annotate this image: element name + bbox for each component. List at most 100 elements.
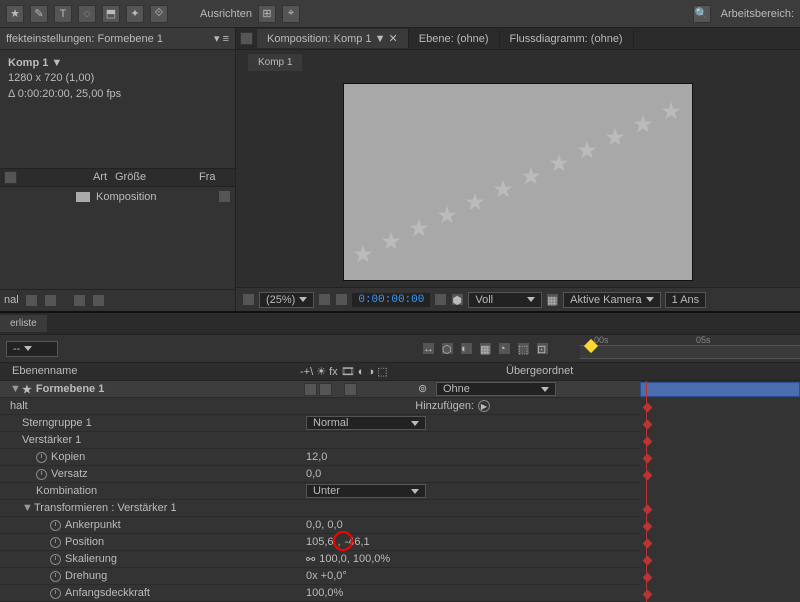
- repeater-row[interactable]: Verstärker 1: [0, 432, 640, 449]
- cti-line[interactable]: [646, 381, 647, 602]
- keyframe-icon[interactable]: [643, 539, 653, 549]
- keyframe-icon[interactable]: [643, 420, 653, 430]
- parent-dropdown[interactable]: Ohne: [436, 382, 556, 396]
- stopwatch-icon[interactable]: [36, 469, 47, 480]
- stopwatch-icon[interactable]: [50, 571, 61, 582]
- prop-value[interactable]: 100,0, 100,0%: [319, 553, 390, 565]
- resolution-dropdown[interactable]: Voll: [468, 292, 542, 308]
- prop-value-y[interactable]: -46,1: [345, 536, 370, 548]
- keyframe-icon[interactable]: [643, 505, 653, 515]
- timecode-display[interactable]: --: [6, 341, 58, 357]
- keyframe-icon[interactable]: [643, 454, 653, 464]
- tool-icon[interactable]: ✎: [30, 5, 48, 23]
- layer-bar[interactable]: [640, 382, 800, 397]
- search-icon[interactable]: 🔍: [693, 5, 711, 23]
- views-dropdown[interactable]: 1 Ans: [665, 292, 707, 308]
- project-item-row[interactable]: Komposition: [0, 187, 235, 206]
- stopwatch-icon[interactable]: [50, 537, 61, 548]
- panel-menu-icon[interactable]: ▾ ≡: [214, 32, 229, 45]
- new-folder-icon[interactable]: [44, 294, 57, 307]
- region-icon[interactable]: [242, 293, 255, 306]
- keyframe-icon[interactable]: [643, 471, 653, 481]
- track-area[interactable]: [640, 381, 800, 602]
- tab-layer[interactable]: Ebene: (ohne): [409, 30, 500, 48]
- grid-toggle-icon[interactable]: [318, 293, 331, 306]
- label-col-icon[interactable]: [4, 171, 17, 184]
- bpc-icon[interactable]: [92, 294, 105, 307]
- 3d-icon[interactable]: ⬚: [517, 342, 530, 355]
- prop-value[interactable]: 0,0: [306, 468, 321, 480]
- composite-dropdown[interactable]: Unter: [306, 484, 426, 498]
- tool-icon[interactable]: ✦: [126, 5, 144, 23]
- tool-icon[interactable]: ⬒: [102, 5, 120, 23]
- anchor-row[interactable]: Ankerpunkt 0,0, 0,0: [0, 517, 640, 534]
- blendmode-dropdown[interactable]: Normal: [306, 416, 426, 430]
- keyframe-icon[interactable]: [643, 522, 653, 532]
- bin-icon[interactable]: [25, 294, 38, 307]
- copies-row[interactable]: Kopien 12,0: [0, 449, 640, 466]
- switch-icon[interactable]: [319, 383, 332, 396]
- effects-tab[interactable]: ffekteinstellungen: Formebene 1 ▾ ≡: [0, 28, 235, 50]
- current-time[interactable]: 0:00:00:00: [352, 293, 430, 307]
- composite-row[interactable]: Kombination Unter: [0, 483, 640, 500]
- guides-icon[interactable]: [335, 293, 348, 306]
- rotation-row[interactable]: Drehung 0x +0,0°: [0, 568, 640, 585]
- contents-row[interactable]: halt Hinzufügen:▶: [0, 398, 640, 415]
- transform-row[interactable]: ▼Transformieren : Verstärker 1: [0, 500, 640, 517]
- time-ruler[interactable]: 00s 05s: [580, 335, 800, 362]
- stopwatch-icon[interactable]: [50, 554, 61, 565]
- col-framerate[interactable]: Fra: [199, 171, 216, 184]
- composition-canvas[interactable]: [344, 84, 692, 280]
- snapshot-icon[interactable]: [434, 293, 447, 306]
- quality-icon[interactable]: ◐: [460, 342, 473, 355]
- stopwatch-icon[interactable]: [50, 520, 61, 531]
- shy-icon[interactable]: ↔: [422, 342, 435, 355]
- stopwatch-icon[interactable]: [36, 452, 47, 463]
- keyframe-icon[interactable]: [643, 590, 653, 600]
- col-size[interactable]: Größe: [115, 171, 195, 184]
- snap-icon[interactable]: ⌖: [282, 5, 300, 23]
- position-row[interactable]: Position 105,6,-46,1: [0, 534, 640, 551]
- opacity-row[interactable]: Anfangsdeckkraft 100,0%: [0, 585, 640, 602]
- new-comp-icon[interactable]: [73, 294, 86, 307]
- layer-row[interactable]: ▼★Formebene 1 ⊚Ohne: [0, 381, 640, 398]
- misc-icon[interactable]: ⊡: [536, 342, 549, 355]
- flowchart-icon[interactable]: [218, 190, 231, 203]
- tool-icon[interactable]: T: [54, 5, 72, 23]
- graph-icon[interactable]: ◔: [498, 342, 511, 355]
- lock-icon[interactable]: [240, 32, 253, 45]
- workspace-label[interactable]: Arbeitsbereich:: [721, 8, 794, 20]
- keyframe-icon[interactable]: [643, 573, 653, 583]
- grid-icon[interactable]: ⊞: [258, 5, 276, 23]
- tool-icon[interactable]: ◌: [78, 5, 96, 23]
- prop-value[interactable]: 0x +0,0°: [306, 570, 347, 582]
- keyframe-icon[interactable]: [643, 403, 653, 413]
- prop-value[interactable]: 12,0: [306, 451, 327, 463]
- link-icon[interactable]: ⚯: [306, 553, 315, 566]
- switch-icon[interactable]: [344, 383, 357, 396]
- transparency-icon[interactable]: ▦: [546, 293, 559, 306]
- zoom-dropdown[interactable]: (25%): [259, 292, 314, 308]
- col-parent[interactable]: Übergeordnet: [500, 363, 800, 380]
- col-layer-name[interactable]: Ebenenname: [0, 363, 300, 380]
- prop-value-x[interactable]: 105,6: [306, 536, 334, 548]
- stopwatch-icon[interactable]: [50, 588, 61, 599]
- tool-icon[interactable]: ⟐: [150, 5, 168, 23]
- keyframe-icon[interactable]: [643, 437, 653, 447]
- tab-flowchart[interactable]: Flussdiagramm: (ohne): [500, 30, 634, 48]
- offset-row[interactable]: Versatz 0,0: [0, 466, 640, 483]
- tab-composition[interactable]: Komposition: Komp 1 ▼ ✕: [257, 29, 409, 48]
- collapse-icon[interactable]: ⬡: [441, 342, 454, 355]
- scale-row[interactable]: Skalierung ⚯100,0, 100,0%: [0, 551, 640, 568]
- timeline-tab[interactable]: erliste: [0, 315, 47, 332]
- prop-value[interactable]: 100,0%: [306, 587, 343, 599]
- switch-icon[interactable]: [304, 383, 317, 396]
- prop-value[interactable]: 0,0, 0,0: [306, 519, 343, 531]
- keyframe-icon[interactable]: [643, 556, 653, 566]
- viewport[interactable]: [236, 71, 800, 287]
- motion-blur-icon[interactable]: ▦: [479, 342, 492, 355]
- add-icon[interactable]: ▶: [478, 400, 490, 412]
- tool-icon[interactable]: ★: [6, 5, 24, 23]
- channel-icon[interactable]: ⬢: [451, 293, 464, 306]
- comp-subtab[interactable]: Komp 1: [248, 54, 302, 71]
